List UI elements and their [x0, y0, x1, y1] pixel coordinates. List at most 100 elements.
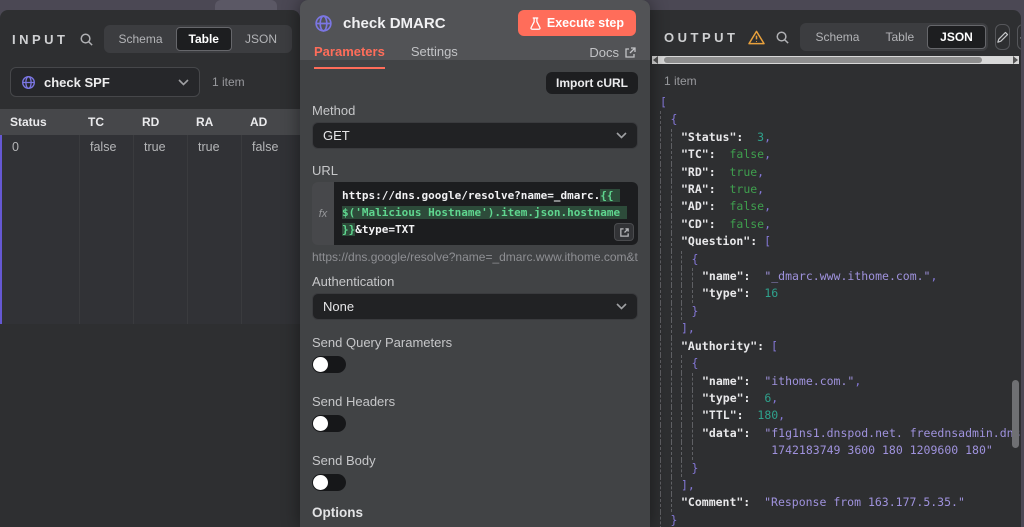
json-line: "CD": false,	[660, 215, 1021, 234]
warning-triangle-icon[interactable]	[748, 30, 766, 45]
scroll-right-arrow[interactable]	[1013, 56, 1018, 64]
authentication-value: None	[323, 299, 355, 314]
scroll-left-arrow[interactable]	[653, 56, 658, 64]
json-token-key: "Authority":	[681, 338, 765, 353]
column-header-status: Status	[10, 115, 47, 129]
node-header: check DMARC Execute step Parameters Setti…	[300, 0, 650, 69]
json-token-key: "name":	[702, 373, 751, 388]
indent-guide	[670, 442, 682, 460]
tab-table[interactable]: Table	[872, 25, 927, 49]
json-line: {	[660, 111, 1021, 129]
output-panel-title: OUTPUT	[664, 29, 739, 45]
node-detail-panel: check DMARC Execute step Parameters Setti…	[300, 0, 650, 527]
output-items-count: 1 item	[664, 74, 697, 88]
indent-guide	[670, 494, 682, 512]
search-icon[interactable]	[775, 30, 790, 45]
import-curl-button[interactable]: Import cURL	[546, 72, 638, 94]
json-token-key: "type":	[702, 286, 751, 301]
send-body-toggle[interactable]	[312, 474, 346, 491]
indent-guide	[660, 442, 671, 460]
json-line: "Comment": "Response from 163.177.5.35."	[660, 494, 1021, 512]
indent-guide	[670, 389, 682, 408]
fx-expression-gutter: fx	[312, 182, 334, 245]
indent-guide	[681, 250, 692, 269]
json-token-punct: ,	[764, 147, 772, 162]
indent-guide	[681, 424, 692, 443]
options-section-heading: Options	[312, 505, 638, 527]
json-line: ],	[660, 476, 1021, 495]
json-token-punct: {	[691, 356, 699, 371]
input-items-count: 1 item	[212, 75, 245, 89]
indent-guide	[670, 476, 682, 495]
scrollbar-thumb[interactable]	[664, 57, 982, 63]
indent-guide	[660, 215, 671, 234]
node-tab-settings[interactable]: Settings	[411, 44, 458, 69]
json-token-punct: }	[670, 512, 678, 527]
method-select[interactable]: GET	[312, 122, 638, 149]
json-token-bool: true	[715, 164, 758, 179]
docs-label: Docs	[589, 45, 619, 60]
output-horizontal-scrollbar[interactable]	[652, 56, 1019, 64]
indent-guide	[660, 163, 671, 182]
indent-guide	[670, 285, 682, 303]
execute-step-button[interactable]: Execute step	[517, 10, 636, 36]
url-input[interactable]: fx https://dns.google/resolve?name=_dmar…	[312, 182, 638, 245]
tab-table[interactable]: Table	[175, 27, 232, 51]
input-source-select[interactable]: check SPF	[10, 67, 200, 97]
tab-json[interactable]: JSON	[927, 25, 986, 49]
indent-guide	[660, 511, 671, 527]
json-token-punct: ,	[854, 373, 862, 388]
search-icon[interactable]	[79, 32, 94, 47]
indent-guide	[681, 459, 692, 477]
input-view-tabs: Schema Table JSON	[103, 25, 292, 53]
json-line: "Question": [	[660, 233, 1021, 251]
indent-guide	[660, 424, 671, 443]
json-token-bool: false	[715, 199, 765, 214]
send-headers-label: Send Headers	[312, 394, 396, 409]
input-table-row[interactable]: 0 false true true false	[0, 135, 300, 324]
edit-output-button[interactable]	[994, 24, 1010, 50]
json-token-punct: ,	[930, 269, 938, 284]
tab-schema[interactable]: Schema	[106, 27, 176, 51]
json-token-num: 16	[750, 286, 779, 301]
json-line: [	[660, 94, 1021, 111]
send-query-parameters-toggle[interactable]	[312, 356, 346, 373]
indent-guide	[670, 355, 682, 373]
globe-icon	[314, 14, 333, 33]
indent-guide	[681, 285, 692, 303]
json-line: "AD": false,	[660, 198, 1021, 216]
indent-guide	[670, 250, 682, 269]
indent-guide	[691, 442, 703, 460]
column-header-ad: AD	[250, 115, 268, 129]
json-token-str: 1742183749 3600 180 1209600 180"	[702, 443, 993, 458]
authentication-select[interactable]: None	[312, 293, 638, 320]
open-expression-editor-button[interactable]	[614, 223, 634, 241]
indent-guide	[660, 372, 671, 390]
json-token-str: "Response from 163.177.5.35."	[750, 495, 965, 510]
tab-json[interactable]: JSON	[232, 27, 290, 51]
docs-link[interactable]: Docs	[589, 45, 636, 68]
json-line: "Status": 3,	[660, 128, 1021, 147]
output-view-tabs: Schema Table JSON	[800, 23, 988, 51]
toggle-knob	[313, 416, 328, 431]
indent-guide	[660, 302, 671, 321]
send-headers-toggle[interactable]	[312, 415, 346, 432]
method-label: Method	[312, 103, 356, 118]
json-line: "TC": false,	[660, 146, 1021, 164]
indent-guide	[660, 476, 671, 495]
json-token-bool: false	[715, 216, 765, 231]
json-token-str: "ithome.com."	[750, 373, 855, 388]
indent-guide	[670, 337, 682, 356]
indent-guide	[681, 407, 692, 425]
url-expression-text[interactable]: https://dns.google/resolve?name=_dmarc.{…	[334, 182, 638, 245]
node-tab-parameters[interactable]: Parameters	[314, 44, 385, 69]
indent-guide	[670, 424, 682, 443]
json-token-punct: {	[670, 112, 678, 127]
input-source-name: check SPF	[44, 74, 110, 90]
background-canvas-node-tab	[215, 0, 277, 10]
tab-schema[interactable]: Schema	[802, 25, 872, 49]
pin-data-button[interactable]	[1016, 24, 1021, 50]
output-vertical-scrollbar-thumb[interactable]	[1012, 380, 1019, 448]
json-token-str: "_dmarc.www.ithome.com."	[750, 269, 931, 284]
indent-guide	[660, 285, 671, 303]
